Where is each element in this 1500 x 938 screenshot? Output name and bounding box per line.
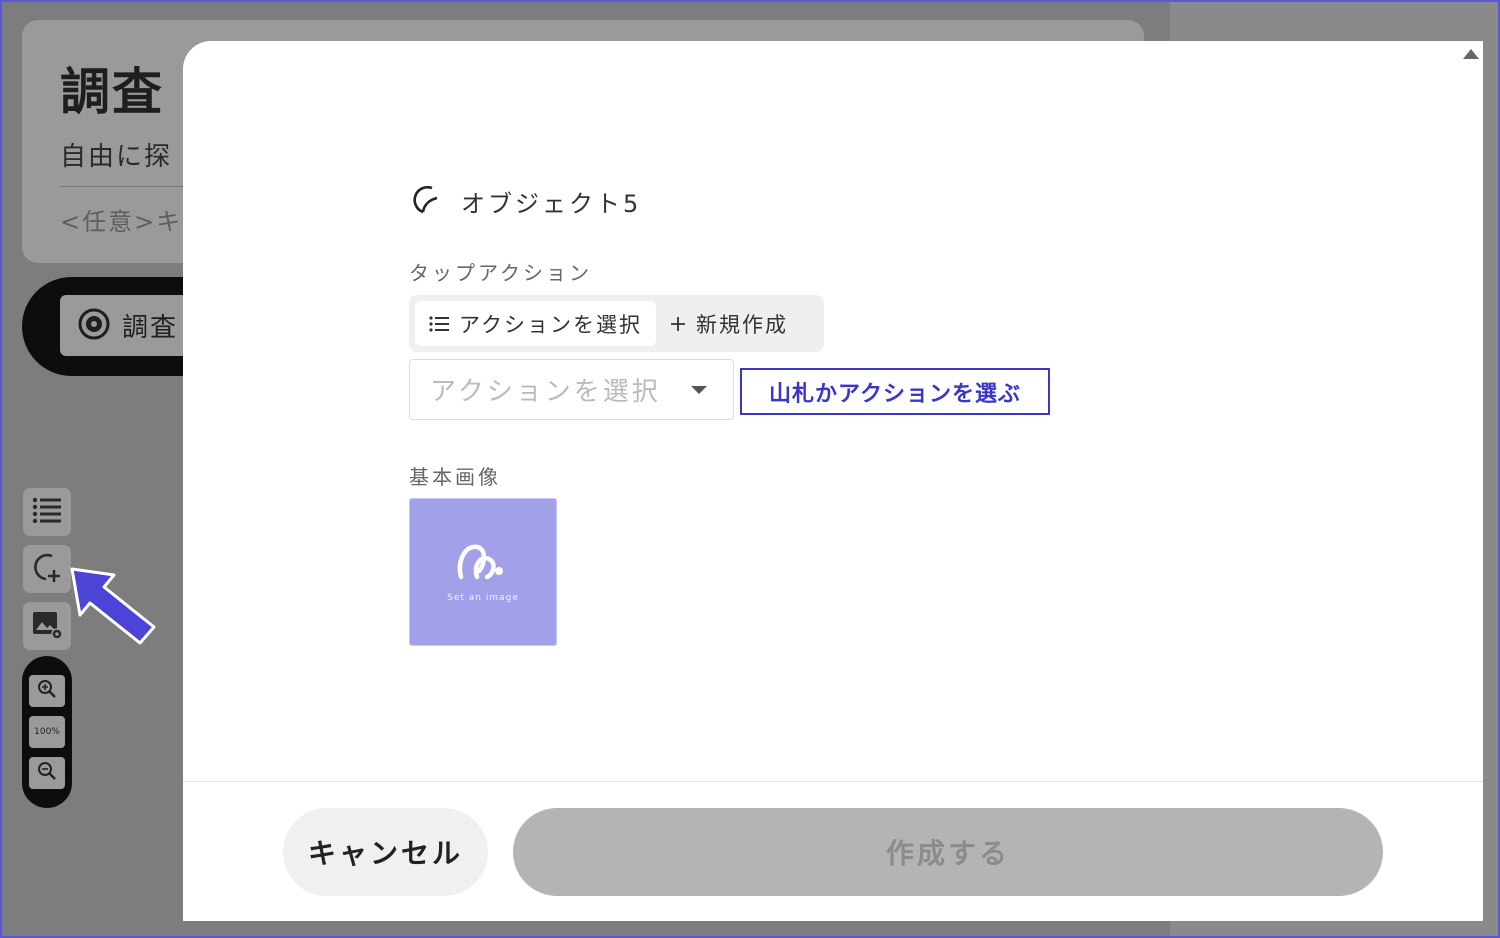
create-new-action-tab[interactable]: 新規作成 — [656, 301, 802, 346]
action-select-dropdown[interactable]: アクションを選択 — [409, 359, 734, 420]
object-name: オブジェクト5 — [461, 189, 642, 218]
tap-action-label: タップアクション — [409, 261, 592, 285]
pointer-arrow-annotation — [70, 567, 156, 645]
zoom-level-label: 100% — [34, 727, 60, 737]
object-icon — [409, 183, 441, 219]
image-settings-tool-button[interactable] — [23, 602, 71, 650]
create-new-tab-label: 新規作成 — [695, 312, 788, 337]
list-tool-button[interactable] — [23, 488, 71, 536]
zoom-in-icon — [37, 679, 57, 703]
chevron-down-icon — [691, 386, 707, 394]
base-image-upload[interactable]: Set an image — [409, 498, 557, 646]
image-settings-icon — [30, 607, 64, 645]
background-divider — [60, 186, 200, 187]
create-object-dialog: オブジェクト5 タップアクション アクションを選択 新規作成 アクションを選択 … — [183, 41, 1483, 921]
base-image-label: 基本画像 — [409, 465, 501, 489]
background-chip-label: 調査 — [122, 313, 179, 343]
zoom-reset-button[interactable]: 100% — [29, 716, 65, 748]
annotation-callout: 山札かアクションを選ぶ — [740, 368, 1050, 415]
select-action-tab[interactable]: アクションを選択 — [415, 301, 656, 346]
image-placeholder-logo-icon — [455, 541, 511, 585]
image-placeholder-caption: Set an image — [447, 593, 519, 603]
action-mode-segmented-control: アクションを選択 新規作成 — [409, 295, 824, 352]
footer-divider — [183, 781, 1483, 782]
zoom-out-button[interactable] — [29, 757, 65, 789]
scroll-up-arrow-icon[interactable] — [1463, 49, 1479, 59]
list-icon — [32, 497, 62, 527]
select-action-tab-label: アクションを選択 — [459, 312, 642, 337]
background-subtitle: 自由に探 — [60, 142, 173, 172]
zoom-in-button[interactable] — [29, 675, 65, 707]
object-header: オブジェクト5 — [409, 183, 641, 219]
cancel-button[interactable]: キャンセル — [283, 808, 488, 896]
create-button[interactable]: 作成する — [513, 808, 1383, 896]
plus-icon — [670, 316, 686, 332]
compass-icon — [78, 308, 110, 344]
action-select-placeholder: アクションを選択 — [430, 377, 661, 407]
add-object-icon — [30, 550, 64, 588]
background-hint: <任意>キ — [60, 208, 183, 236]
list-icon — [429, 315, 449, 332]
add-object-tool-button[interactable] — [23, 545, 71, 593]
zoom-out-icon — [37, 761, 57, 785]
background-page-title: 調査 — [60, 63, 164, 121]
